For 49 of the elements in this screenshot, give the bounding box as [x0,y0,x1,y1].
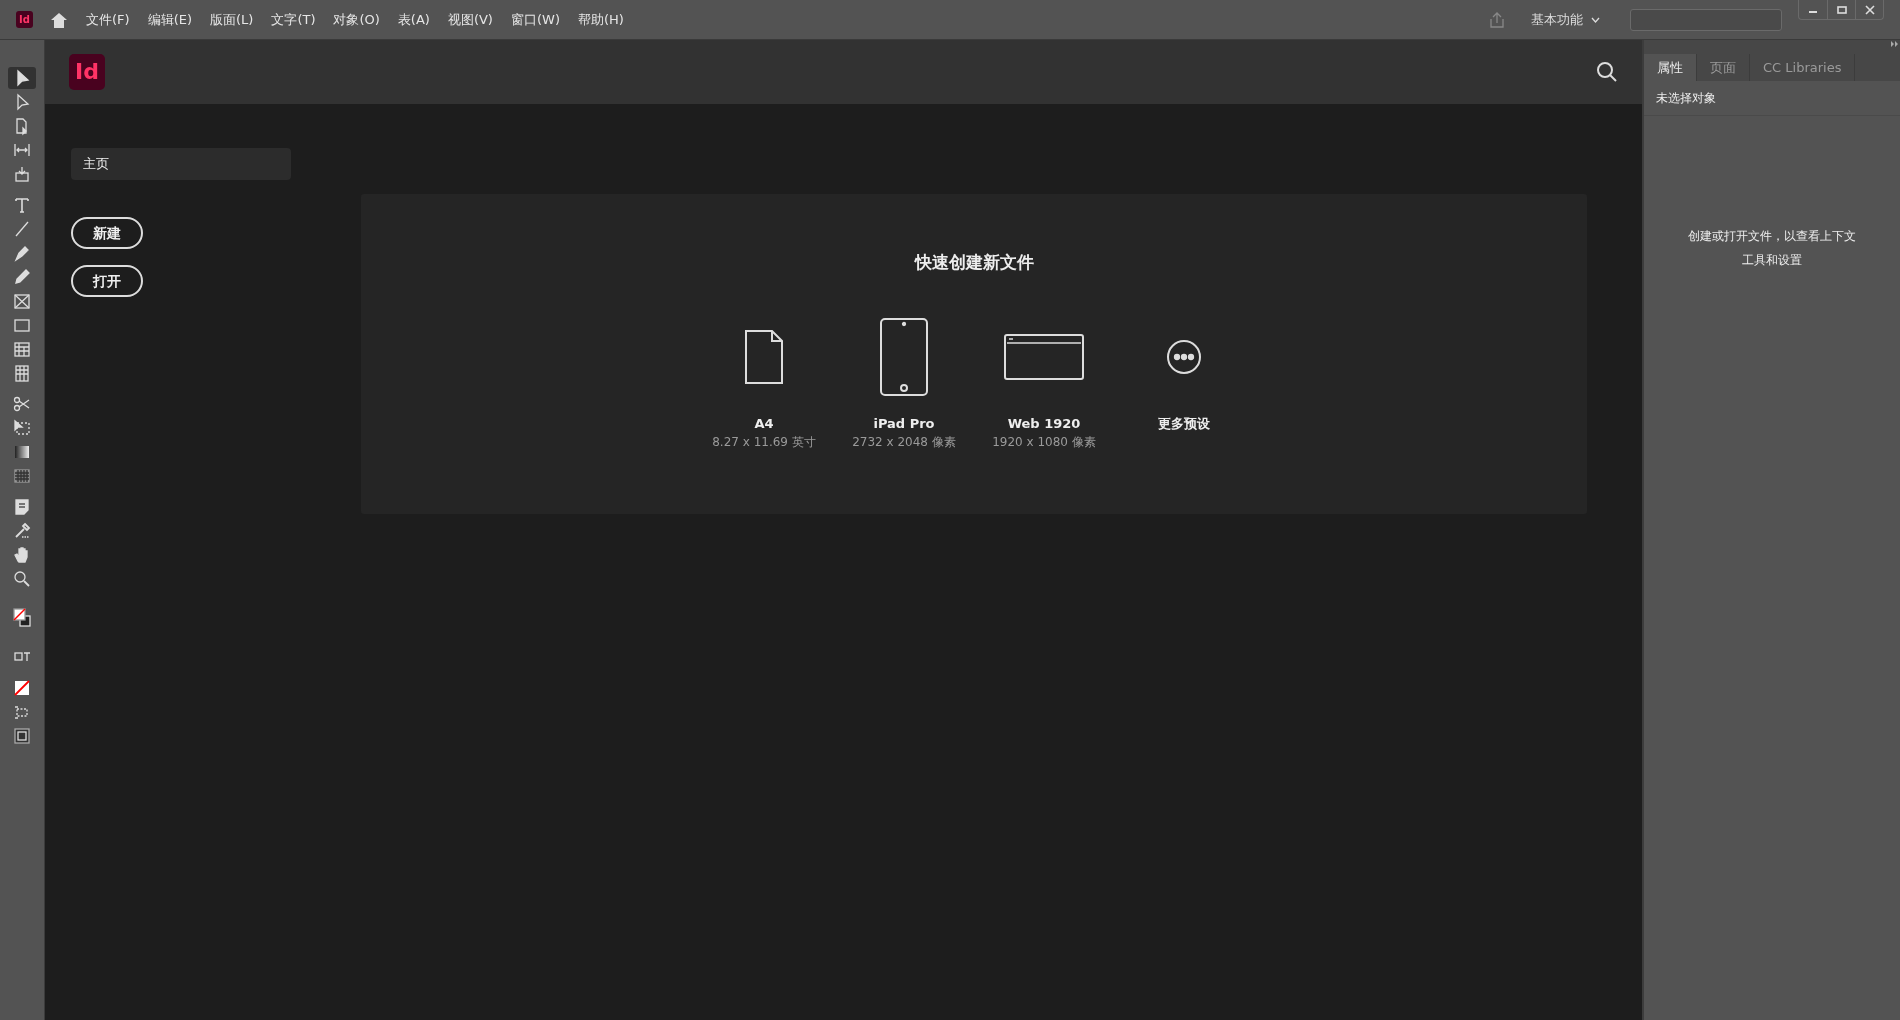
chevron-down-icon [1591,16,1600,23]
browser-window-icon [1003,332,1085,381]
home-nav-item[interactable]: 主页 [71,148,291,180]
scissors-icon [12,394,32,414]
select-tool[interactable] [8,67,36,89]
menu-item[interactable]: 表(A) [388,9,439,30]
pencil-icon [12,267,32,287]
panel-hint: 创建或打开文件，以查看上下文工具和设置 [1687,228,1857,269]
maximize-icon[interactable] [1836,4,1847,15]
tablet-icon [879,316,929,397]
menu-item[interactable]: 帮助(H) [568,9,633,30]
table-icon [12,339,32,359]
menu-item[interactable]: 对象(O) [324,9,389,30]
menu-item[interactable]: 窗口(W) [501,9,569,30]
selection-status: 未选择对象 [1656,91,1716,105]
preset-name: 更多预设 [1158,414,1210,433]
preset-card[interactable]: 更多预设 [1114,315,1254,451]
search-field[interactable] [1630,8,1782,31]
menu-item[interactable]: 文字(T) [262,9,325,30]
pill-button[interactable]: 打开 [71,265,143,297]
quick-create-title: 快速创建新文件 [914,251,1034,274]
preset-size: 2732 x 2048 像素 [852,434,956,451]
menu-item[interactable]: 版面(L) [201,9,263,30]
type-icon [12,195,32,215]
preset-name: iPad Pro [873,414,935,433]
close-icon[interactable] [1864,4,1875,15]
document-icon [744,328,784,385]
zoom-icon [12,569,32,589]
preset-name: A4 [754,414,774,433]
panel-tab[interactable]: 属性 [1644,54,1697,81]
menu-item[interactable]: 视图(V) [438,9,502,30]
home-icon[interactable] [49,10,69,29]
workspace-dropdown[interactable]: 基本功能 [1525,8,1606,31]
app-logo: Id [69,54,105,90]
menu-item[interactable]: 文件(F) [77,9,139,30]
swatches-icon [12,607,32,627]
pill-button[interactable]: 新建 [71,217,143,249]
frame-icon [12,291,32,311]
preset-card[interactable]: A4 8.27 x 11.69 英寸 [694,315,834,451]
note-icon [12,497,32,517]
search-icon[interactable] [1596,61,1618,83]
preset-name: Web 1920 [1007,414,1081,433]
menu-item[interactable]: 编辑(E) [138,9,201,30]
preset-size: 1920 x 1080 像素 [992,434,1096,451]
app-logo: Id [16,11,33,28]
preset-card[interactable]: iPad Pro 2732 x 2048 像素 [834,315,974,451]
preset-card[interactable]: Web 1920 1920 x 1080 像素 [974,315,1114,451]
more-icon [1166,338,1202,375]
preset-size: 8.27 x 11.69 英寸 [712,434,816,451]
